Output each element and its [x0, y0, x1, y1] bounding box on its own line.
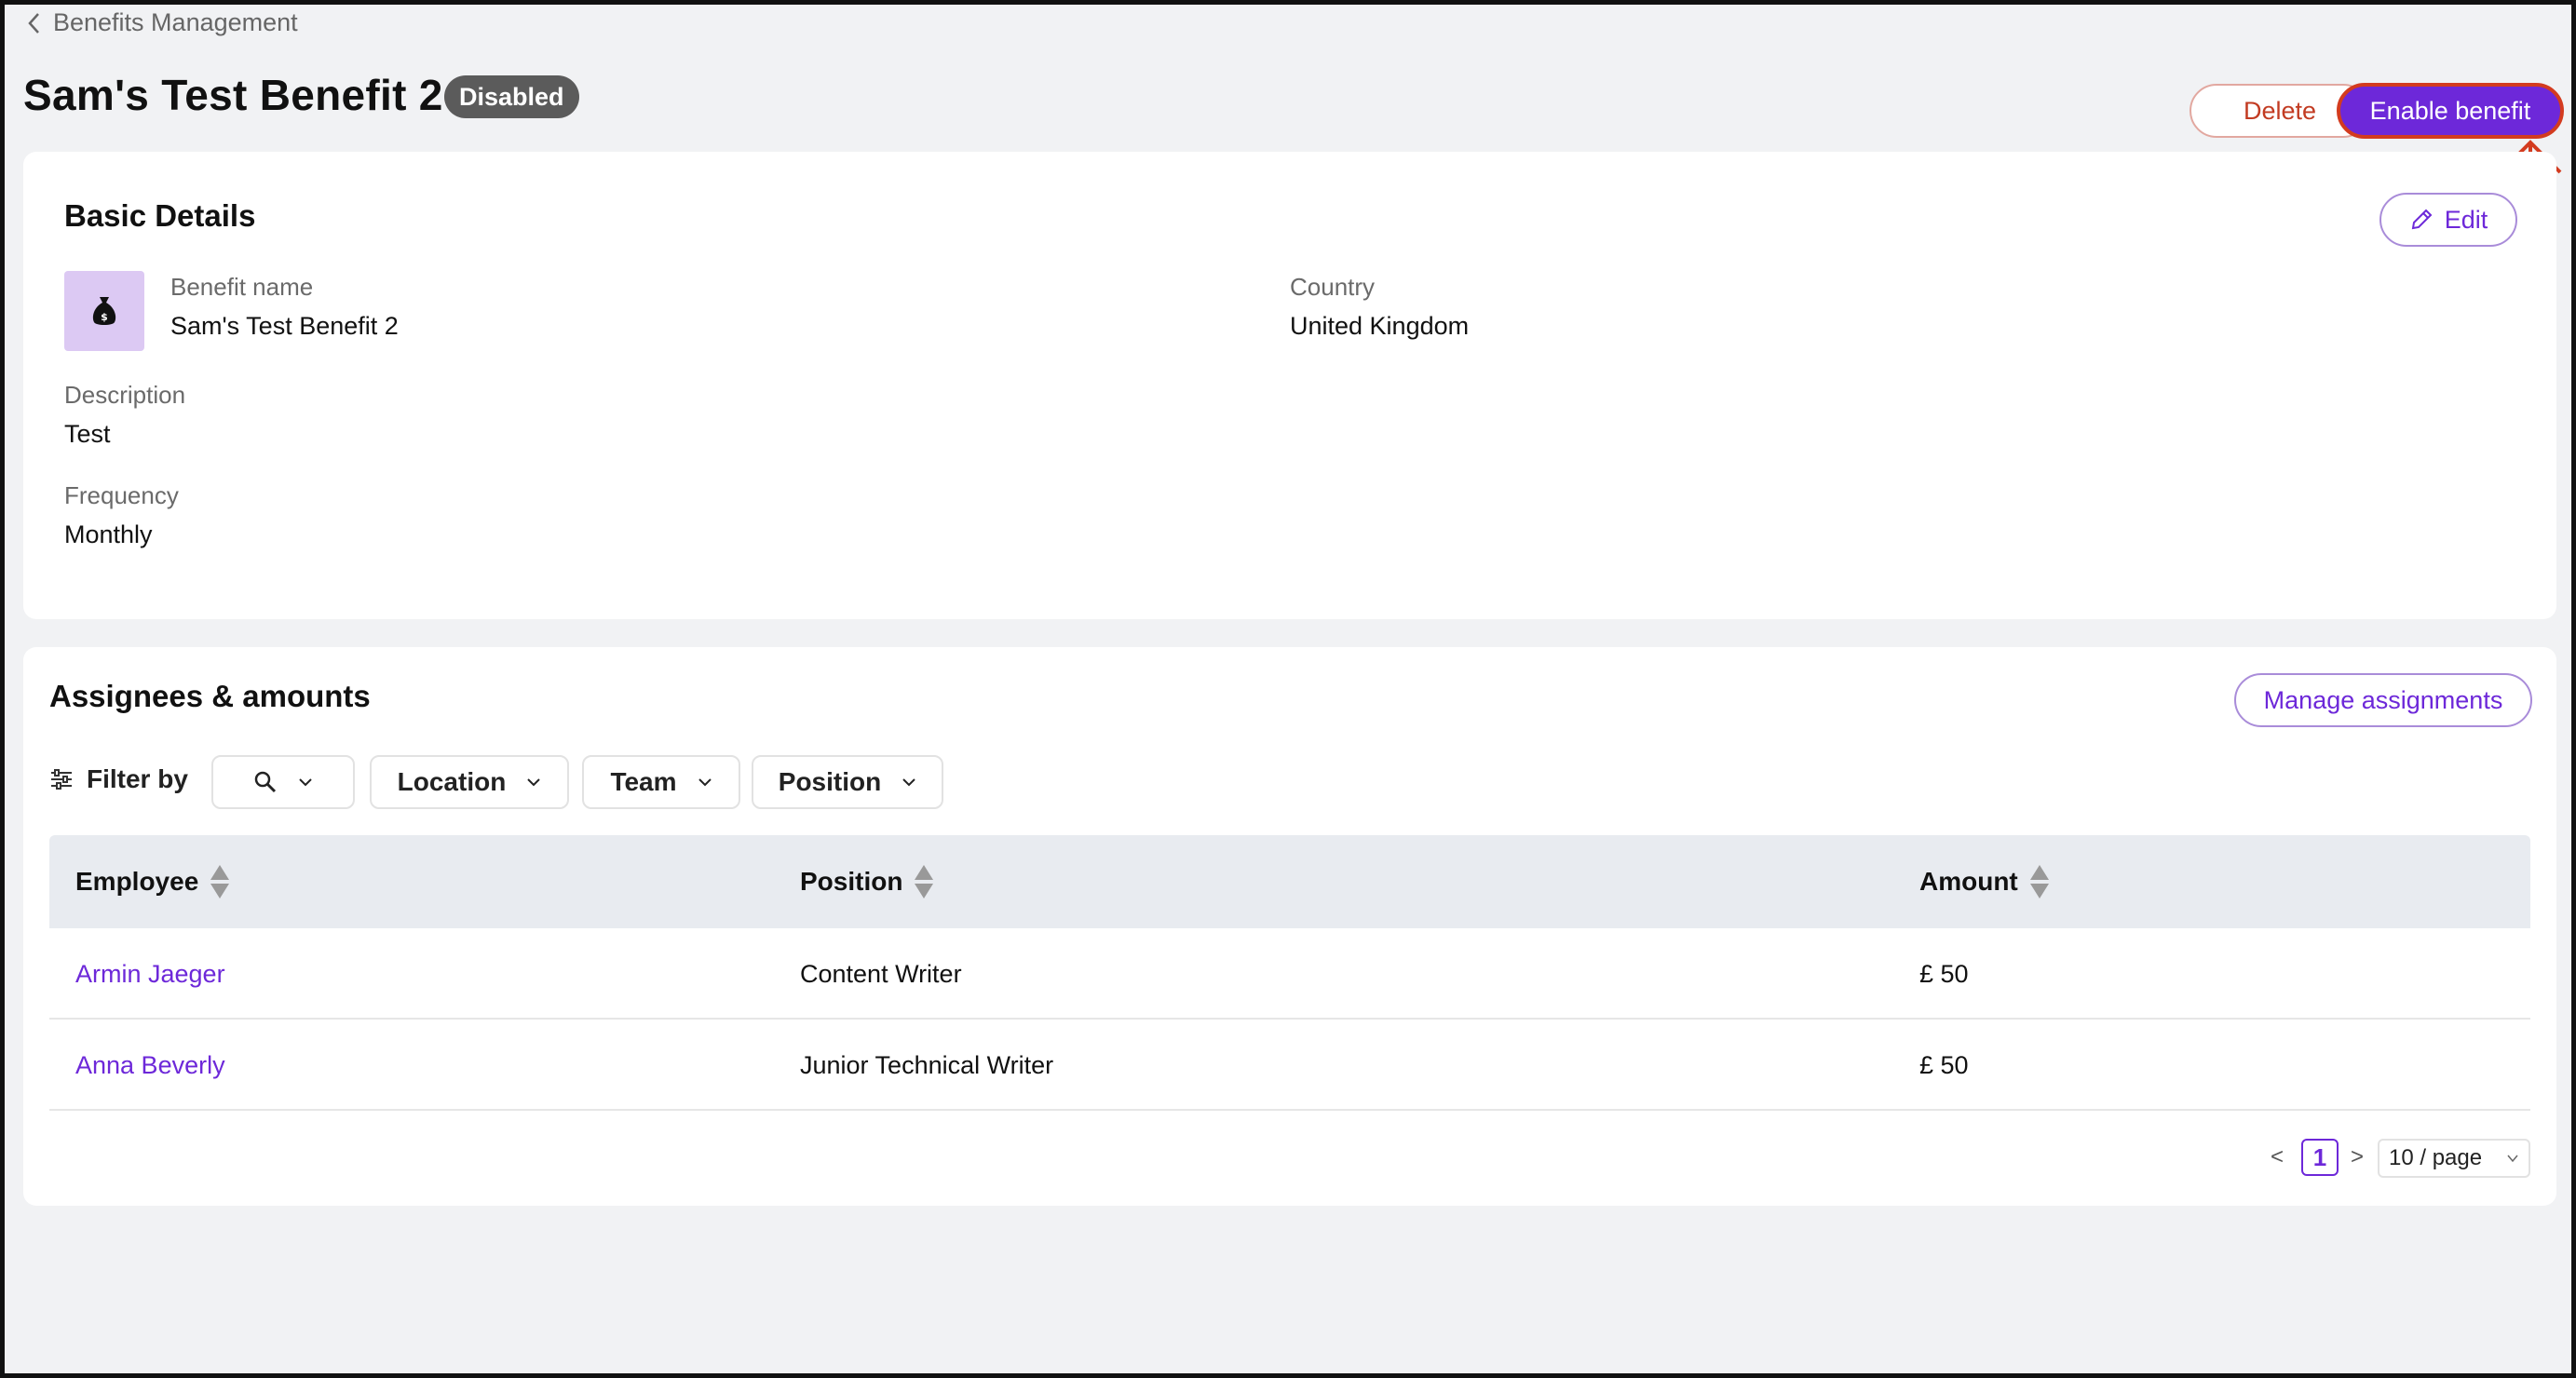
page-number-1[interactable]: 1 [2301, 1139, 2339, 1176]
svg-text:$: $ [101, 311, 108, 323]
breadcrumb[interactable]: Benefits Management [25, 8, 298, 37]
team-filter-label: Team [610, 767, 677, 796]
chevron-left-icon [28, 12, 39, 34]
position-filter-label: Position [778, 767, 882, 796]
page-size-label: 10 / page [2389, 1145, 2483, 1170]
frequency-label: Frequency [64, 481, 179, 509]
amount-cell: £ 50 [1919, 1050, 1969, 1079]
status-badge: Disabled [444, 75, 579, 118]
chevron-down-icon [902, 778, 915, 787]
next-page-button[interactable]: > [2346, 1137, 2368, 1178]
table-row: Armin Jaeger Content Writer £ 50 [49, 928, 2530, 1020]
position-cell: Content Writer [800, 959, 962, 988]
column-label: Position [800, 867, 903, 896]
employee-link[interactable]: Armin Jaeger [75, 928, 225, 1020]
pencil-icon [2411, 209, 2433, 230]
column-header-amount[interactable]: Amount [1919, 835, 2050, 928]
description-value: Test [64, 420, 111, 448]
app-window: Benefits Management Sam's Test Benefit 2… [0, 0, 2576, 1378]
column-header-employee[interactable]: Employee [75, 835, 230, 928]
table-header: Employee Position Amount [49, 835, 2530, 928]
manage-assignments-button[interactable]: Manage assignments [2234, 673, 2532, 727]
location-filter-label: Location [397, 767, 507, 796]
basic-details-card: Basic Details Edit $ Benefit name Sam's … [23, 152, 2556, 619]
column-label: Amount [1919, 867, 2018, 896]
basic-details-title: Basic Details [64, 198, 256, 233]
enable-benefit-button[interactable]: Enable benefit [2337, 83, 2564, 139]
employee-link[interactable]: Anna Beverly [75, 1020, 225, 1111]
edit-button[interactable]: Edit [2379, 193, 2517, 247]
chevron-down-icon [527, 778, 541, 787]
assignees-title: Assignees & amounts [49, 679, 371, 713]
description-label: Description [64, 381, 186, 409]
sort-icon [915, 865, 934, 898]
table-row: Anna Beverly Junior Technical Writer £ 5… [49, 1020, 2530, 1111]
benefit-name-value: Sam's Test Benefit 2 [170, 312, 399, 340]
search-icon [254, 771, 277, 793]
breadcrumb-label: Benefits Management [53, 8, 298, 36]
money-bag-icon: $ [92, 297, 116, 325]
location-filter[interactable]: Location [370, 755, 569, 809]
team-filter[interactable]: Team [582, 755, 740, 809]
chevron-down-icon [2507, 1155, 2518, 1163]
page-size-select[interactable]: 10 / page [2378, 1139, 2530, 1178]
frequency-value: Monthly [64, 520, 153, 548]
page-title: Sam's Test Benefit 2 [23, 71, 443, 119]
column-label: Employee [75, 867, 199, 896]
sort-icon [2029, 865, 2049, 898]
edit-label: Edit [2444, 205, 2488, 234]
benefit-icon-box: $ [64, 271, 144, 351]
position-filter[interactable]: Position [752, 755, 943, 809]
country-label: Country [1290, 273, 1376, 301]
filter-by: Filter by [49, 764, 188, 794]
sliders-icon [51, 769, 72, 790]
position-cell: Junior Technical Writer [800, 1050, 1054, 1079]
filter-by-label: Filter by [87, 764, 188, 793]
assignees-card: Assignees & amounts Manage assignments F… [23, 647, 2556, 1206]
column-header-position[interactable]: Position [800, 835, 934, 928]
search-filter[interactable] [211, 755, 355, 809]
prev-page-button[interactable]: < [2266, 1137, 2288, 1178]
benefit-name-label: Benefit name [170, 273, 314, 301]
sort-icon [210, 865, 230, 898]
amount-cell: £ 50 [1919, 959, 1969, 988]
chevron-down-icon [698, 778, 712, 787]
chevron-down-icon [299, 778, 312, 787]
country-value: United Kingdom [1290, 312, 1470, 340]
